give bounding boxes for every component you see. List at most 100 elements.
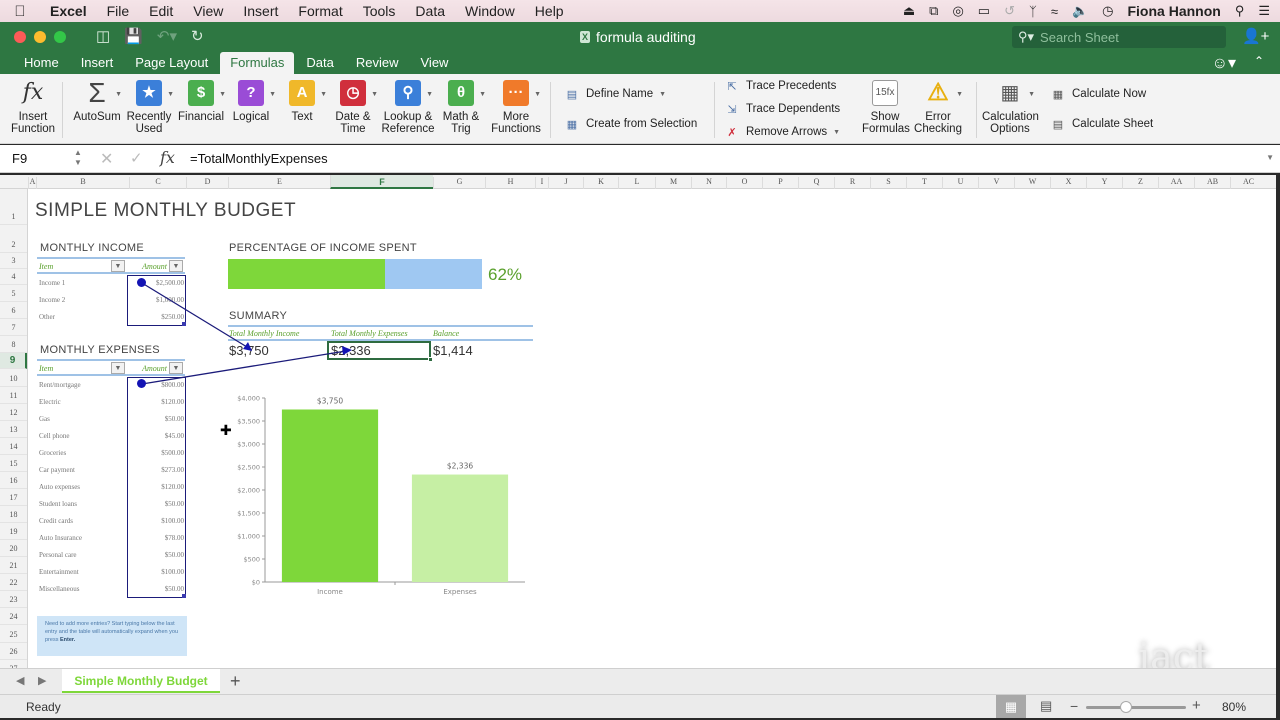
autosum-button[interactable]: Σ ▼ AutoSum <box>72 79 122 124</box>
page-layout-view-icon[interactable]: ▤ <box>1040 698 1052 714</box>
tab-data[interactable]: Data <box>296 52 343 74</box>
table-row-item[interactable]: Credit cards <box>39 517 73 525</box>
financial-button[interactable]: $ ▼ Financial <box>176 80 226 123</box>
volume-icon[interactable]: 🔈 <box>1072 3 1088 19</box>
column-header[interactable]: K <box>583 177 618 189</box>
trace-dependents-button[interactable]: ⇲ Trace Dependents <box>724 102 840 116</box>
table-row-item[interactable]: Personal care <box>39 551 77 559</box>
row-header[interactable]: 19 <box>0 524 27 540</box>
column-header[interactable]: AC <box>1230 177 1266 189</box>
tab-page-layout[interactable]: Page Layout <box>125 52 218 74</box>
row-header[interactable]: 27 <box>0 661 27 668</box>
menu-format[interactable]: Format <box>288 3 352 19</box>
apple-icon[interactable]:  <box>0 3 40 20</box>
bluetooth-icon[interactable]: ᛉ <box>1029 4 1037 19</box>
row-header[interactable]: 15 <box>0 456 27 472</box>
row-header[interactable]: 16 <box>0 473 27 489</box>
error-checking-button[interactable]: ⚠ ▼ Error Checking <box>912 80 964 136</box>
define-name-button[interactable]: ▤ Define Name ▼ <box>564 87 666 101</box>
column-header[interactable]: Q <box>798 177 834 189</box>
calculate-now-button[interactable]: ▦ Calculate Now <box>1050 87 1146 101</box>
table-row-item[interactable]: Groceries <box>39 449 66 457</box>
cancel-icon[interactable]: ✕ <box>100 149 113 169</box>
menu-data[interactable]: Data <box>405 3 455 19</box>
table-row-item[interactable]: Entertainment <box>39 568 79 576</box>
table-row-item[interactable]: Student loans <box>39 500 77 508</box>
table-row-item[interactable]: Cell phone <box>39 432 70 440</box>
row-header[interactable]: 18 <box>0 507 27 523</box>
minimize-window-button[interactable] <box>34 31 46 43</box>
close-window-button[interactable] <box>14 31 26 43</box>
menu-edit[interactable]: Edit <box>139 3 183 19</box>
column-header[interactable]: T <box>906 177 942 189</box>
calculation-options-button[interactable]: ▦ ▼ Calculation Options <box>982 80 1039 135</box>
trace-precedents-button[interactable]: ⇱ Trace Precedents <box>724 79 836 93</box>
notification-center-icon[interactable]: ☰ <box>1258 3 1270 19</box>
column-header[interactable]: W <box>1014 177 1050 189</box>
airplay-icon[interactable]: ▭ <box>978 3 990 19</box>
column-header[interactable]: M <box>655 177 691 189</box>
next-sheet-icon[interactable]: ▶ <box>38 674 46 687</box>
tab-view[interactable]: View <box>411 52 459 74</box>
row-header[interactable]: 24 <box>0 609 27 625</box>
user-name[interactable]: Fiona Hannon <box>1127 3 1220 19</box>
column-header[interactable]: X <box>1050 177 1086 189</box>
undo-icon[interactable]: ↶▾ <box>157 27 177 45</box>
menu-app-excel[interactable]: Excel <box>40 3 97 19</box>
column-header[interactable]: U <box>942 177 978 189</box>
row-header[interactable]: 21 <box>0 558 27 574</box>
table-row-item[interactable]: Miscellaneous <box>39 585 79 593</box>
share-add-person-icon[interactable]: 👤+ <box>1242 27 1269 45</box>
formula-input[interactable]: =TotalMonthlyExpenses <box>190 151 328 166</box>
zoom-window-button[interactable] <box>54 31 66 43</box>
calculate-sheet-button[interactable]: ▤ Calculate Sheet <box>1050 117 1153 131</box>
insert-function-fx-icon[interactable]: fx <box>160 148 175 167</box>
menu-help[interactable]: Help <box>525 3 574 19</box>
row-header[interactable]: 14 <box>0 439 27 455</box>
search-sheet-input[interactable]: ⚲▾ Search Sheet <box>1012 26 1226 48</box>
redo-icon[interactable]: ↻ <box>191 27 204 45</box>
remove-arrows-button[interactable]: ✗ Remove Arrows ▼ <box>724 125 840 139</box>
zoom-out-icon[interactable]: − <box>1070 698 1078 714</box>
row-header[interactable]: 26 <box>0 644 27 660</box>
tab-formulas[interactable]: Formulas <box>220 52 295 74</box>
row-header[interactable]: 13 <box>0 422 27 438</box>
column-header[interactable]: V <box>978 177 1014 189</box>
date-time-button[interactable]: ◷ ▼ Date & Time <box>328 80 378 135</box>
column-header[interactable]: P <box>762 177 798 189</box>
tab-insert[interactable]: Insert <box>71 52 124 74</box>
math-trig-button[interactable]: θ ▼ Math & Trig <box>438 80 486 135</box>
tab-review[interactable]: Review <box>346 52 409 74</box>
insert-function-button[interactable]: fx Insert Function <box>8 80 58 136</box>
lookup-reference-button[interactable]: ⚲ ▼ Lookup & Reference <box>380 80 436 135</box>
logical-button[interactable]: ? ▼ Logical <box>226 80 276 123</box>
text-functions-button[interactable]: A ▼ Text <box>277 80 327 123</box>
save-icon[interactable]: 💾 <box>124 27 143 45</box>
menu-window[interactable]: Window <box>455 3 525 19</box>
zoom-level[interactable]: 80% <box>1222 700 1246 714</box>
name-box[interactable]: F9 <box>12 151 27 166</box>
show-formulas-button[interactable]: 15fx Show Formulas <box>862 80 910 135</box>
menu-insert[interactable]: Insert <box>233 3 288 19</box>
more-functions-button[interactable]: ··· ▼ More Functions <box>490 80 542 135</box>
menu-tools[interactable]: Tools <box>353 3 406 19</box>
table-row-item[interactable]: Gas <box>39 415 50 423</box>
column-header[interactable]: L <box>618 177 655 189</box>
column-header[interactable]: Z <box>1122 177 1158 189</box>
wifi-icon[interactable]: ≈ <box>1051 4 1058 19</box>
normal-view-icon[interactable]: ▦ <box>996 695 1026 718</box>
column-header[interactable]: O <box>726 177 762 189</box>
column-header[interactable]: S <box>870 177 906 189</box>
prev-sheet-icon[interactable]: ◀ <box>16 674 24 687</box>
column-header[interactable]: AB <box>1194 177 1230 189</box>
table-row-item[interactable]: Auto expenses <box>39 483 80 491</box>
creative-cloud-icon[interactable]: ◎ <box>952 3 963 19</box>
expand-formula-bar-icon[interactable]: ▼ <box>1266 153 1274 162</box>
row-header[interactable]: 22 <box>0 575 27 591</box>
zoom-in-icon[interactable]: + <box>1192 697 1201 714</box>
time-machine-icon[interactable]: ↺ <box>1004 3 1015 19</box>
add-sheet-icon[interactable]: + <box>230 671 241 692</box>
menu-file[interactable]: File <box>97 3 140 19</box>
zoom-slider[interactable] <box>1086 701 1186 713</box>
collapse-ribbon-icon[interactable]: ⌃ <box>1254 54 1264 68</box>
